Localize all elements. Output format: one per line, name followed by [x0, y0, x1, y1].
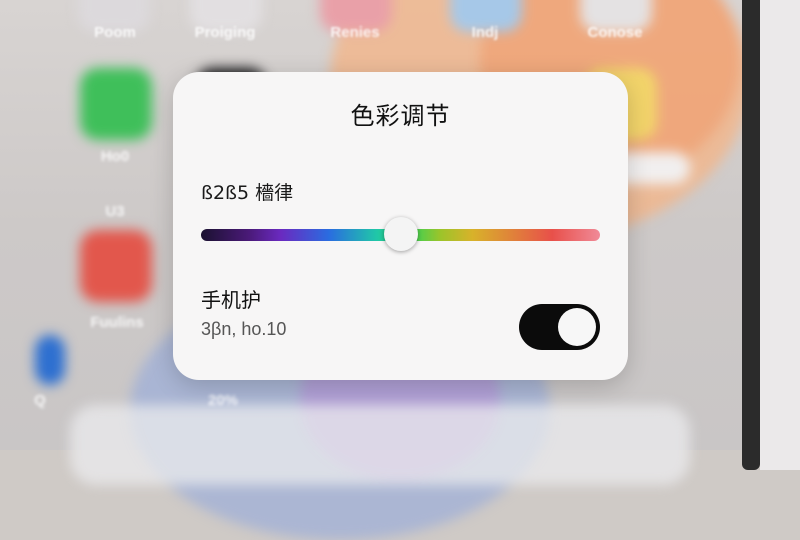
app-label: Ho0 [100, 148, 130, 165]
app-label: Proiging [194, 24, 256, 41]
app-label: 20% [207, 392, 239, 409]
color-temperature-label: ß2ß5 檣律 [201, 182, 294, 204]
dialog-title: 色彩调节 [350, 102, 451, 130]
phone-app-icon[interactable] [80, 68, 152, 140]
app-label: Conose [587, 24, 643, 41]
app-icon[interactable] [80, 230, 152, 302]
app-icon[interactable] [35, 335, 65, 385]
app-label: Q [34, 392, 46, 409]
color-adjust-dialog: 色彩调节 ß2ß5 檣律 手机护 3βn, ho.10 [173, 72, 628, 380]
app-label: Indj [471, 24, 499, 41]
app-label: Renies [330, 24, 380, 41]
dock [70, 405, 690, 485]
color-slider-thumb[interactable] [383, 217, 418, 251]
phone-edge [760, 0, 800, 470]
eye-protection-toggle[interactable] [519, 304, 600, 350]
phone-bezel [742, 0, 760, 470]
app-label: U3 [105, 203, 125, 220]
eye-protection-label: 手机护 [201, 288, 261, 312]
app-label: Poom [94, 24, 136, 41]
toggle-knob [558, 308, 596, 346]
eye-protection-schedule: 3βn, ho.10 [201, 319, 287, 339]
app-label: Fuulins [90, 314, 144, 331]
